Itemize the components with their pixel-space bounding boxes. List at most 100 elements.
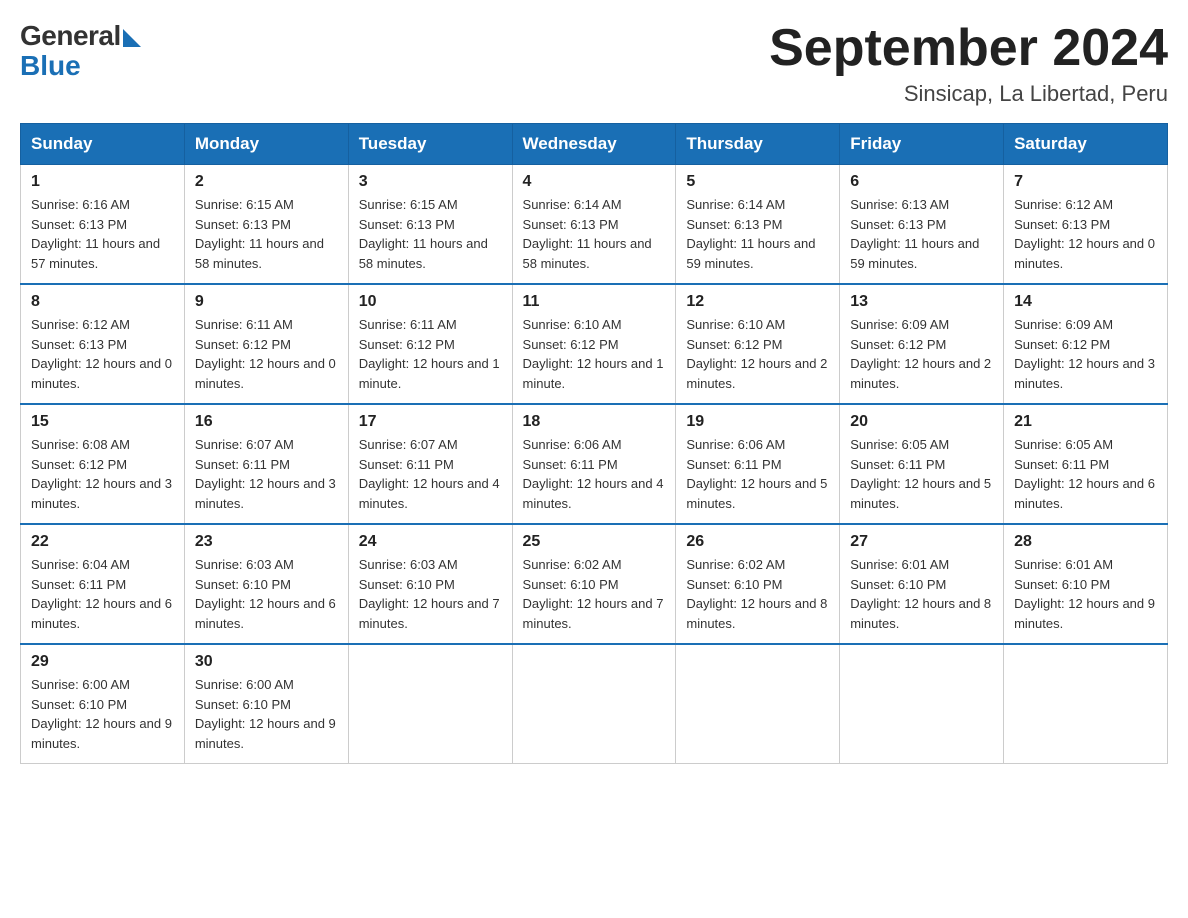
day-number: 9: [195, 293, 338, 311]
calendar-day-cell: 16 Sunrise: 6:07 AM Sunset: 6:11 PM Dayl…: [184, 404, 348, 524]
calendar-day-cell: 18 Sunrise: 6:06 AM Sunset: 6:11 PM Dayl…: [512, 404, 676, 524]
day-number: 21: [1014, 413, 1157, 431]
calendar-day-cell: 13 Sunrise: 6:09 AM Sunset: 6:12 PM Dayl…: [840, 284, 1004, 404]
header-saturday: Saturday: [1004, 124, 1168, 165]
day-number: 29: [31, 653, 174, 671]
day-info: Sunrise: 6:02 AM Sunset: 6:10 PM Dayligh…: [523, 555, 666, 633]
day-info: Sunrise: 6:16 AM Sunset: 6:13 PM Dayligh…: [31, 195, 174, 273]
day-info: Sunrise: 6:06 AM Sunset: 6:11 PM Dayligh…: [523, 435, 666, 513]
calendar-day-cell: 14 Sunrise: 6:09 AM Sunset: 6:12 PM Dayl…: [1004, 284, 1168, 404]
calendar-day-cell: 30 Sunrise: 6:00 AM Sunset: 6:10 PM Dayl…: [184, 644, 348, 764]
calendar-day-cell: 26 Sunrise: 6:02 AM Sunset: 6:10 PM Dayl…: [676, 524, 840, 644]
header-tuesday: Tuesday: [348, 124, 512, 165]
day-info: Sunrise: 6:14 AM Sunset: 6:13 PM Dayligh…: [686, 195, 829, 273]
page-header: General Blue September 2024 Sinsicap, La…: [20, 20, 1168, 107]
day-info: Sunrise: 6:13 AM Sunset: 6:13 PM Dayligh…: [850, 195, 993, 273]
day-info: Sunrise: 6:01 AM Sunset: 6:10 PM Dayligh…: [850, 555, 993, 633]
day-number: 7: [1014, 173, 1157, 191]
day-info: Sunrise: 6:07 AM Sunset: 6:11 PM Dayligh…: [359, 435, 502, 513]
header-sunday: Sunday: [21, 124, 185, 165]
calendar-title: September 2024: [769, 20, 1168, 77]
day-number: 13: [850, 293, 993, 311]
calendar-day-cell: 1 Sunrise: 6:16 AM Sunset: 6:13 PM Dayli…: [21, 165, 185, 285]
day-number: 30: [195, 653, 338, 671]
day-info: Sunrise: 6:12 AM Sunset: 6:13 PM Dayligh…: [1014, 195, 1157, 273]
day-info: Sunrise: 6:10 AM Sunset: 6:12 PM Dayligh…: [686, 315, 829, 393]
calendar-day-cell: [676, 644, 840, 764]
day-number: 22: [31, 533, 174, 551]
day-info: Sunrise: 6:09 AM Sunset: 6:12 PM Dayligh…: [1014, 315, 1157, 393]
calendar-day-cell: 24 Sunrise: 6:03 AM Sunset: 6:10 PM Dayl…: [348, 524, 512, 644]
logo-blue-text: Blue: [20, 50, 81, 82]
calendar-day-cell: 11 Sunrise: 6:10 AM Sunset: 6:12 PM Dayl…: [512, 284, 676, 404]
day-info: Sunrise: 6:10 AM Sunset: 6:12 PM Dayligh…: [523, 315, 666, 393]
day-info: Sunrise: 6:11 AM Sunset: 6:12 PM Dayligh…: [195, 315, 338, 393]
day-number: 27: [850, 533, 993, 551]
day-number: 3: [359, 173, 502, 191]
header-thursday: Thursday: [676, 124, 840, 165]
day-number: 23: [195, 533, 338, 551]
day-info: Sunrise: 6:12 AM Sunset: 6:13 PM Dayligh…: [31, 315, 174, 393]
calendar-day-cell: [1004, 644, 1168, 764]
day-number: 16: [195, 413, 338, 431]
day-number: 11: [523, 293, 666, 311]
calendar-week-row: 15 Sunrise: 6:08 AM Sunset: 6:12 PM Dayl…: [21, 404, 1168, 524]
day-number: 15: [31, 413, 174, 431]
day-number: 25: [523, 533, 666, 551]
calendar-day-cell: [348, 644, 512, 764]
day-info: Sunrise: 6:00 AM Sunset: 6:10 PM Dayligh…: [31, 675, 174, 753]
calendar-day-cell: 10 Sunrise: 6:11 AM Sunset: 6:12 PM Dayl…: [348, 284, 512, 404]
day-info: Sunrise: 6:01 AM Sunset: 6:10 PM Dayligh…: [1014, 555, 1157, 633]
calendar-week-row: 29 Sunrise: 6:00 AM Sunset: 6:10 PM Dayl…: [21, 644, 1168, 764]
day-number: 14: [1014, 293, 1157, 311]
calendar-day-cell: [512, 644, 676, 764]
calendar-day-cell: 23 Sunrise: 6:03 AM Sunset: 6:10 PM Dayl…: [184, 524, 348, 644]
calendar-day-cell: 9 Sunrise: 6:11 AM Sunset: 6:12 PM Dayli…: [184, 284, 348, 404]
day-info: Sunrise: 6:05 AM Sunset: 6:11 PM Dayligh…: [1014, 435, 1157, 513]
day-info: Sunrise: 6:11 AM Sunset: 6:12 PM Dayligh…: [359, 315, 502, 393]
calendar-day-cell: 6 Sunrise: 6:13 AM Sunset: 6:13 PM Dayli…: [840, 165, 1004, 285]
day-info: Sunrise: 6:02 AM Sunset: 6:10 PM Dayligh…: [686, 555, 829, 633]
calendar-day-cell: 12 Sunrise: 6:10 AM Sunset: 6:12 PM Dayl…: [676, 284, 840, 404]
title-section: September 2024 Sinsicap, La Libertad, Pe…: [769, 20, 1168, 107]
header-wednesday: Wednesday: [512, 124, 676, 165]
day-info: Sunrise: 6:08 AM Sunset: 6:12 PM Dayligh…: [31, 435, 174, 513]
calendar-day-cell: 25 Sunrise: 6:02 AM Sunset: 6:10 PM Dayl…: [512, 524, 676, 644]
calendar-day-cell: 20 Sunrise: 6:05 AM Sunset: 6:11 PM Dayl…: [840, 404, 1004, 524]
day-info: Sunrise: 6:14 AM Sunset: 6:13 PM Dayligh…: [523, 195, 666, 273]
header-friday: Friday: [840, 124, 1004, 165]
day-info: Sunrise: 6:05 AM Sunset: 6:11 PM Dayligh…: [850, 435, 993, 513]
day-info: Sunrise: 6:07 AM Sunset: 6:11 PM Dayligh…: [195, 435, 338, 513]
calendar-header-row: SundayMondayTuesdayWednesdayThursdayFrid…: [21, 124, 1168, 165]
calendar-week-row: 1 Sunrise: 6:16 AM Sunset: 6:13 PM Dayli…: [21, 165, 1168, 285]
day-number: 6: [850, 173, 993, 191]
day-number: 26: [686, 533, 829, 551]
day-number: 2: [195, 173, 338, 191]
day-info: Sunrise: 6:06 AM Sunset: 6:11 PM Dayligh…: [686, 435, 829, 513]
calendar-day-cell: 29 Sunrise: 6:00 AM Sunset: 6:10 PM Dayl…: [21, 644, 185, 764]
day-number: 20: [850, 413, 993, 431]
calendar-day-cell: 4 Sunrise: 6:14 AM Sunset: 6:13 PM Dayli…: [512, 165, 676, 285]
day-number: 8: [31, 293, 174, 311]
day-info: Sunrise: 6:15 AM Sunset: 6:13 PM Dayligh…: [359, 195, 502, 273]
day-number: 17: [359, 413, 502, 431]
day-number: 5: [686, 173, 829, 191]
day-info: Sunrise: 6:04 AM Sunset: 6:11 PM Dayligh…: [31, 555, 174, 633]
logo-arrow-icon: [123, 29, 141, 47]
day-number: 28: [1014, 533, 1157, 551]
calendar-day-cell: 15 Sunrise: 6:08 AM Sunset: 6:12 PM Dayl…: [21, 404, 185, 524]
day-number: 12: [686, 293, 829, 311]
calendar-week-row: 8 Sunrise: 6:12 AM Sunset: 6:13 PM Dayli…: [21, 284, 1168, 404]
day-number: 10: [359, 293, 502, 311]
calendar-table: SundayMondayTuesdayWednesdayThursdayFrid…: [20, 123, 1168, 764]
logo-general-text: General: [20, 20, 121, 52]
calendar-week-row: 22 Sunrise: 6:04 AM Sunset: 6:11 PM Dayl…: [21, 524, 1168, 644]
calendar-day-cell: 3 Sunrise: 6:15 AM Sunset: 6:13 PM Dayli…: [348, 165, 512, 285]
day-number: 4: [523, 173, 666, 191]
calendar-day-cell: 2 Sunrise: 6:15 AM Sunset: 6:13 PM Dayli…: [184, 165, 348, 285]
logo: General Blue: [20, 20, 141, 82]
day-info: Sunrise: 6:09 AM Sunset: 6:12 PM Dayligh…: [850, 315, 993, 393]
day-number: 24: [359, 533, 502, 551]
day-info: Sunrise: 6:00 AM Sunset: 6:10 PM Dayligh…: [195, 675, 338, 753]
calendar-day-cell: 21 Sunrise: 6:05 AM Sunset: 6:11 PM Dayl…: [1004, 404, 1168, 524]
